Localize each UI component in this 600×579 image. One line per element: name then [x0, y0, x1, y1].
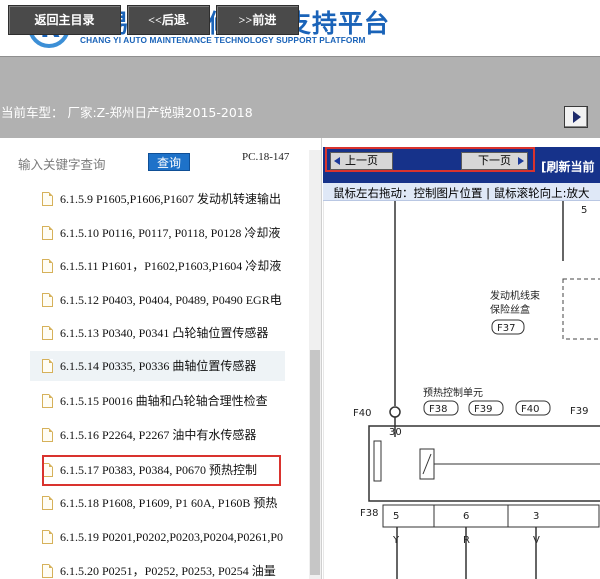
- brand-subtitle: CHANG YI AUTO MAINTENANCE TECHNOLOGY SUP…: [80, 35, 366, 45]
- document-icon: [42, 326, 53, 340]
- label-f38-bottom: F38: [360, 508, 378, 519]
- wiring-diagram-svg: 5 发动机线束 保险丝盒 F37 预热控制单元 F38 F39 F40 F40 …: [323, 201, 600, 579]
- tree-item-selected[interactable]: 6.1.5.14 P0335, P0336 曲轴位置传感器: [30, 351, 285, 381]
- highlight-box: [42, 455, 281, 486]
- tree-item[interactable]: 6.1.5.19 P0201,P0202,P0203,P0204,P0261,P…: [30, 522, 308, 552]
- document-icon: [42, 226, 53, 240]
- harness-label-2: 保险丝盒: [490, 303, 530, 316]
- document-icon: [42, 259, 53, 273]
- pin-6: 6: [463, 511, 469, 522]
- search-button[interactable]: 查询: [148, 153, 190, 171]
- document-icon: [42, 564, 53, 578]
- document-icon: [42, 293, 53, 307]
- document-icon: [42, 394, 53, 408]
- tree-scrollbar-thumb[interactable]: [310, 350, 320, 575]
- tree-item[interactable]: 6.1.5.15 P0016 曲轴和凸轮轴合理性检查: [30, 386, 308, 416]
- label-f39: F39: [570, 406, 588, 417]
- tree-item[interactable]: 6.1.5.9 P1605,P1606,P1607 发动机转速输出: [30, 184, 308, 214]
- connector-f37: F37: [497, 323, 515, 334]
- connector-f39: F39: [474, 404, 492, 415]
- tree-item[interactable]: 6.1.5.16 P2264, P2267 油中有水传感器: [30, 420, 308, 450]
- document-icon: [42, 428, 53, 442]
- play-icon: [573, 111, 581, 123]
- pin-5: 5: [393, 511, 399, 522]
- tree-item[interactable]: 6.1.5.20 P0251，P0252, P0253, P0254 油量: [30, 556, 308, 579]
- harness-label: 发动机线束: [490, 289, 540, 302]
- page-buttons-highlight: [325, 147, 535, 172]
- tree-item[interactable]: 6.1.5.13 P0340, P0341 凸轮轴位置传感器: [30, 318, 308, 348]
- forward-button[interactable]: >>前进: [216, 5, 299, 35]
- label-f40: F40: [353, 408, 371, 419]
- pin-3: 3: [533, 511, 539, 522]
- viewer-hint: 鼠标左右拖动：控制图片位置 | 鼠标滚轮向上:放大: [333, 186, 590, 200]
- tree-item[interactable]: 6.1.5.18 P1608, P1609, P1 60A, P160B 预热: [30, 488, 308, 518]
- glow-control-label: 预热控制单元: [423, 386, 483, 399]
- document-icon: [42, 496, 53, 510]
- document-icon: [42, 359, 53, 373]
- home-button[interactable]: 返回主目录: [8, 5, 121, 35]
- document-icon: [42, 530, 53, 544]
- document-icon: [42, 192, 53, 206]
- refresh-link[interactable]: [刷新当前: [541, 158, 595, 175]
- tree-item[interactable]: 6.1.5.10 P0116, P0117, P0118, P0128 冷却液: [30, 218, 308, 248]
- page-code: PC.18-147: [242, 151, 290, 163]
- nav-bar: [0, 56, 600, 98]
- expand-toggle-button[interactable]: [564, 106, 588, 128]
- connector-f40: F40: [521, 404, 539, 415]
- search-label[interactable]: 输入关键字查询: [18, 154, 106, 173]
- wire-y: Y: [392, 535, 400, 546]
- wiring-diagram[interactable]: 5 发动机线束 保险丝盒 F37 预热控制单元 F38 F39 F40 F40 …: [323, 201, 600, 579]
- tree-item[interactable]: 6.1.5.12 P0403, P0404, P0489, P0490 EGR电: [30, 285, 308, 315]
- tree-item[interactable]: 6.1.5.11 P1601，P1602,P1603,P1604 冷却液: [30, 251, 308, 281]
- vehicle-bar: 当前车型： 厂家:Z-郑州日产锐骐2015-2018: [0, 98, 600, 138]
- current-vehicle-label: 当前车型： 厂家:Z-郑州日产锐骐2015-2018: [1, 105, 253, 120]
- label-five-top: 5: [581, 205, 587, 216]
- connector-f38: F38: [429, 404, 447, 415]
- back-button[interactable]: <<后退.: [127, 5, 210, 35]
